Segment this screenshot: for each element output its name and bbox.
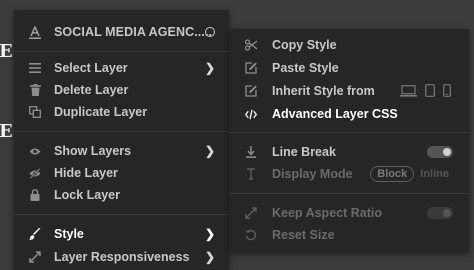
layer-name: SOCIAL MEDIA AGENC..... bbox=[54, 25, 213, 39]
divider bbox=[229, 132, 469, 133]
brush-icon bbox=[29, 228, 41, 240]
chevron-right-icon: ❯ bbox=[204, 227, 215, 241]
menu-item-lock-layer[interactable]: Lock Layer bbox=[14, 184, 229, 206]
desktop-icon[interactable] bbox=[400, 84, 417, 97]
submenu-item-copy-style[interactable]: Copy Style bbox=[229, 34, 469, 56]
menu-item-label: Duplicate Layer bbox=[54, 105, 148, 119]
submenu-item-label: Reset Size bbox=[272, 228, 335, 242]
tablet-icon[interactable] bbox=[425, 84, 435, 97]
toggle-knob bbox=[443, 209, 451, 217]
code-icon bbox=[245, 108, 257, 120]
menu-item-select-layer[interactable]: Select Layer ❯ bbox=[14, 57, 229, 79]
menu-item-label: Show Layers bbox=[54, 144, 132, 158]
menu-item-label: Layer Responsiveness bbox=[54, 250, 190, 264]
chevron-right-icon: ❯ bbox=[204, 61, 215, 75]
submenu-item-reset-size[interactable]: Reset Size bbox=[229, 224, 469, 246]
submenu-item-label: Line Break bbox=[272, 145, 336, 159]
lock-icon bbox=[29, 189, 41, 201]
submenu-item-keep-aspect-ratio[interactable]: Keep Aspect Ratio bbox=[229, 202, 469, 224]
divider bbox=[14, 131, 229, 132]
trash-icon bbox=[29, 84, 41, 96]
layer-context-menu: SOCIAL MEDIA AGENC..... Select Layer ❯ D… bbox=[14, 10, 229, 270]
submenu-item-label: Paste Style bbox=[272, 61, 339, 75]
duplicate-icon bbox=[29, 106, 41, 118]
line-break-icon bbox=[245, 146, 257, 158]
style-submenu: Copy Style Paste Style Inherit Style fro… bbox=[229, 29, 469, 252]
background-letter: E bbox=[0, 41, 13, 62]
menu-item-delete-layer[interactable]: Delete Layer bbox=[14, 79, 229, 101]
menu-header: SOCIAL MEDIA AGENC..... bbox=[14, 21, 229, 43]
text-cursor-icon bbox=[245, 168, 257, 180]
menu-item-label: Lock Layer bbox=[54, 188, 121, 202]
menu-item-label: Select Layer bbox=[54, 61, 128, 75]
scissors-icon bbox=[245, 39, 257, 51]
display-mode-option-inline[interactable]: Inline bbox=[420, 168, 449, 180]
edit-icon bbox=[245, 85, 257, 97]
submenu-item-label: Display Mode bbox=[272, 167, 353, 181]
eye-icon bbox=[29, 145, 41, 157]
menu-item-label: Style bbox=[54, 227, 84, 241]
expand-arrows-icon bbox=[245, 207, 257, 219]
submenu-item-label: Copy Style bbox=[272, 38, 337, 52]
display-mode-selector: Block Inline bbox=[370, 166, 449, 182]
divider bbox=[14, 51, 229, 52]
layer-status-indicator bbox=[205, 27, 215, 37]
submenu-item-paste-style[interactable]: Paste Style bbox=[229, 57, 469, 79]
keep-aspect-ratio-toggle[interactable] bbox=[427, 207, 453, 219]
menu-item-duplicate-layer[interactable]: Duplicate Layer bbox=[14, 101, 229, 123]
expand-icon bbox=[29, 251, 41, 263]
submenu-item-line-break[interactable]: Line Break bbox=[229, 141, 469, 163]
reset-icon bbox=[245, 229, 257, 241]
toggle-knob bbox=[443, 148, 451, 156]
divider bbox=[229, 193, 469, 194]
text-layer-icon bbox=[29, 25, 41, 39]
submenu-item-label: Keep Aspect Ratio bbox=[272, 206, 382, 220]
device-selector bbox=[400, 84, 451, 97]
submenu-item-label: Inherit Style from bbox=[272, 84, 375, 98]
menu-item-layer-responsiveness[interactable]: Layer Responsiveness ❯ bbox=[14, 246, 229, 268]
submenu-item-label: Advanced Layer CSS bbox=[272, 107, 398, 121]
edit-icon bbox=[245, 62, 257, 74]
menu-item-label: Delete Layer bbox=[54, 83, 129, 97]
background-letter: E bbox=[0, 121, 13, 142]
menu-item-hide-layer[interactable]: Hide Layer bbox=[14, 162, 229, 184]
layers-icon bbox=[29, 62, 41, 74]
line-break-toggle[interactable] bbox=[427, 146, 453, 158]
submenu-item-display-mode[interactable]: Display Mode Block Inline bbox=[229, 163, 469, 185]
eye-slash-icon bbox=[29, 167, 41, 179]
menu-item-style[interactable]: Style ❯ bbox=[14, 223, 229, 245]
submenu-item-advanced-css[interactable]: Advanced Layer CSS bbox=[229, 103, 469, 125]
menu-item-show-layers[interactable]: Show Layers ❯ bbox=[14, 140, 229, 162]
chevron-right-icon: ❯ bbox=[204, 144, 215, 158]
menu-item-label: Hide Layer bbox=[54, 166, 118, 180]
submenu-item-inherit-style[interactable]: Inherit Style from bbox=[229, 80, 469, 102]
phone-icon[interactable] bbox=[443, 84, 451, 97]
display-mode-option-block[interactable]: Block bbox=[370, 166, 415, 182]
divider bbox=[14, 214, 229, 215]
chevron-right-icon: ❯ bbox=[204, 250, 215, 264]
